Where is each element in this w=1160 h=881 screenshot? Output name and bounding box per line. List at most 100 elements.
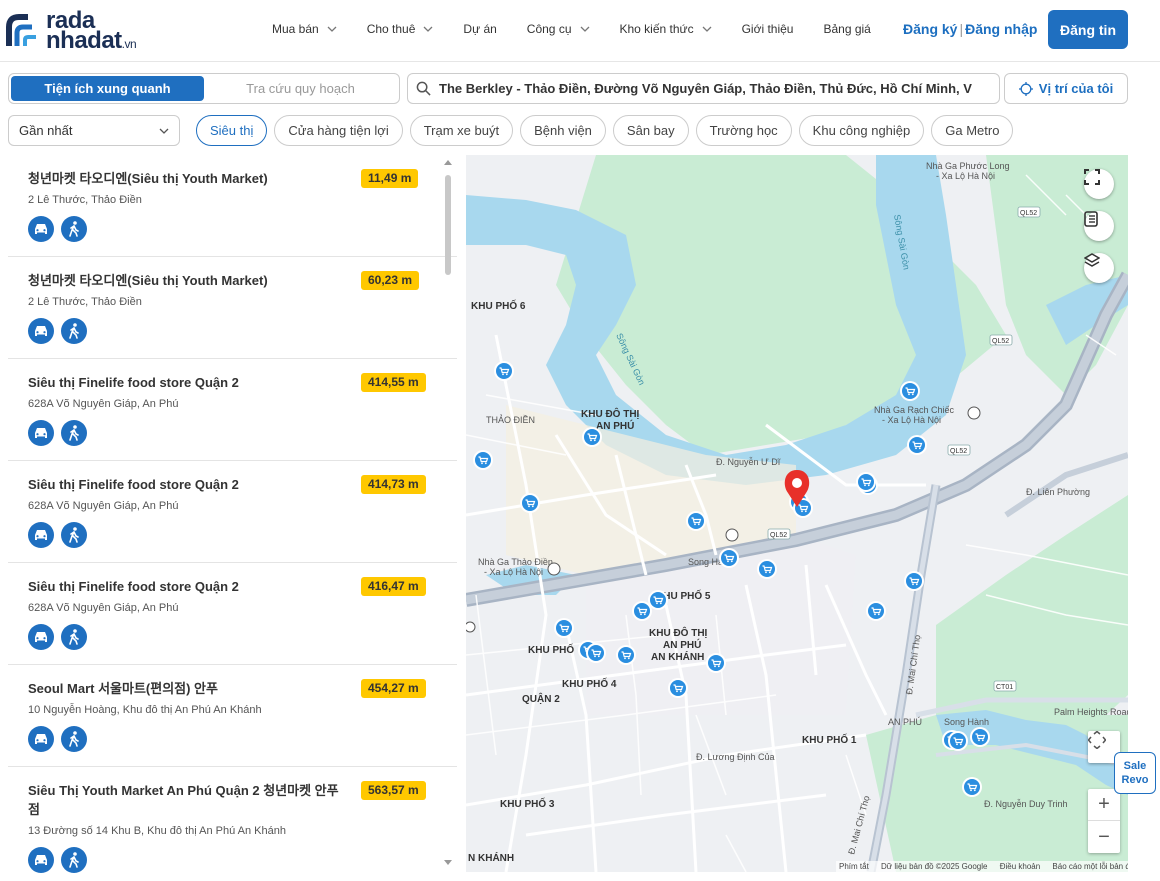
walking-icon[interactable] — [61, 624, 87, 650]
walking-icon[interactable] — [61, 216, 87, 242]
walking-icon[interactable] — [61, 847, 87, 873]
cart-marker-icon[interactable] — [668, 678, 688, 698]
my-location-button[interactable]: Vị trí của tôi — [1004, 73, 1128, 104]
cart-marker-icon[interactable] — [757, 559, 777, 579]
list-item[interactable]: Siêu thị Finelife food store Quận 2 628A … — [8, 563, 457, 665]
car-icon[interactable] — [28, 216, 54, 242]
cart-marker-icon[interactable] — [616, 645, 636, 665]
keyboard-shortcuts-link[interactable]: Phím tắt — [839, 862, 869, 871]
list-item[interactable]: Siêu thị Finelife food store Quận 2 628A … — [8, 461, 457, 563]
cart-marker-icon[interactable] — [554, 618, 574, 638]
cart-marker-icon[interactable] — [900, 381, 920, 401]
scroll-thumb[interactable] — [445, 175, 451, 275]
search-bar — [407, 73, 1000, 104]
cart-marker-icon[interactable] — [582, 427, 602, 447]
category-chip[interactable]: Khu công nghiệp — [798, 115, 925, 146]
map-canvas[interactable]: Nhà Ga Phước Long - Xa Lộ Hà Nội Sông Sà… — [466, 155, 1128, 872]
cart-marker-icon[interactable] — [907, 435, 927, 455]
car-icon[interactable] — [28, 318, 54, 344]
walking-icon[interactable] — [61, 726, 87, 752]
svg-text:KHU PHỐ: KHU PHỐ — [528, 642, 574, 656]
nav-projects[interactable]: Dự án — [463, 20, 496, 38]
car-icon[interactable] — [28, 522, 54, 548]
walking-icon[interactable] — [61, 318, 87, 344]
list-item[interactable]: Siêu Thị Youth Market An Phú Quận 2 청년마켓… — [8, 767, 457, 881]
cart-marker-icon[interactable] — [962, 777, 982, 797]
cart-marker-icon[interactable] — [970, 727, 990, 747]
category-chip[interactable]: Sân bay — [612, 115, 689, 146]
cart-marker-icon[interactable] — [856, 472, 876, 492]
category-chip[interactable]: Siêu thị — [196, 115, 268, 146]
cart-marker-icon[interactable] — [473, 450, 493, 470]
nav-knowledge[interactable]: Kho kiến thức — [620, 20, 712, 38]
cart-marker-icon[interactable] — [586, 643, 606, 663]
layers-icon[interactable] — [1084, 253, 1114, 283]
cart-marker-icon[interactable] — [948, 731, 968, 751]
cart-marker-icon[interactable] — [866, 601, 886, 621]
cart-marker-icon[interactable] — [632, 601, 652, 621]
cart-marker-icon[interactable] — [494, 361, 514, 381]
list-scrollbar[interactable] — [441, 155, 455, 881]
sort-select[interactable]: Gần nhất — [8, 115, 180, 146]
terms-link[interactable]: Điều khoản — [1000, 862, 1040, 871]
logo[interactable]: rada nhadat.vn — [6, 9, 156, 54]
category-chip[interactable]: Ga Metro — [931, 115, 1014, 146]
map-attribution: Phím tắt Dữ liệu bản đồ ©2025 Google Điề… — [836, 861, 1128, 872]
cart-marker-icon[interactable] — [520, 493, 540, 513]
car-icon[interactable] — [28, 624, 54, 650]
chevron-down-icon — [423, 26, 433, 32]
svg-text:- Xa Lộ Hà Nội: - Xa Lộ Hà Nội — [936, 171, 995, 181]
legend-icon[interactable] — [1084, 211, 1114, 241]
list-item[interactable]: Seoul Mart 서울마트(편의점) 안푸 10 Nguyễn Hoàng, … — [8, 665, 457, 767]
chevron-down-icon — [327, 26, 337, 32]
travel-modes — [28, 318, 437, 344]
list-item[interactable]: 청년마켓 타오디엔(Siêu thị Youth Market) 2 Lê Thư… — [8, 257, 457, 359]
post-listing-button[interactable]: Đăng tin — [1048, 10, 1128, 49]
nav-tools[interactable]: Công cụ — [527, 20, 590, 38]
register-link[interactable]: Đăng ký — [903, 21, 957, 37]
cart-marker-icon[interactable] — [686, 511, 706, 531]
cart-marker-icon[interactable] — [904, 571, 924, 591]
scroll-down-icon[interactable] — [441, 858, 455, 866]
car-icon[interactable] — [28, 420, 54, 446]
svg-text:AN KHÁNH: AN KHÁNH — [651, 650, 704, 663]
cart-marker-icon[interactable] — [719, 548, 739, 568]
place-address: 10 Nguyễn Hoàng, Khu đô thị An Phú An Kh… — [28, 704, 262, 716]
category-chip[interactable]: Trạm xe buýt — [409, 115, 514, 146]
car-icon[interactable] — [28, 847, 54, 873]
list-item[interactable]: 청년마켓 타오디엔(Siêu thị Youth Market) 2 Lê Thư… — [8, 155, 457, 257]
place-name: Siêu thị Finelife food store Quận 2 — [28, 375, 239, 390]
fullscreen-icon[interactable] — [1084, 169, 1114, 199]
svg-text:KHU ĐÔ THỊ: KHU ĐÔ THỊ — [581, 407, 640, 420]
sale-revo-badge[interactable]: Sale Revo — [1114, 752, 1156, 794]
walking-icon[interactable] — [61, 522, 87, 548]
tab-planning-lookup[interactable]: Tra cứu quy hoạch — [204, 76, 397, 101]
car-icon[interactable] — [28, 726, 54, 752]
nav-buy-sell[interactable]: Mua bán — [272, 20, 337, 38]
zoom-out-button[interactable]: − — [1088, 821, 1120, 853]
place-name: Siêu thị Finelife food store Quận 2 — [28, 579, 239, 594]
category-chip[interactable]: Trường học — [695, 115, 792, 146]
walking-icon[interactable] — [61, 420, 87, 446]
svg-text:Đ. Nguyễn Ư Dĩ: Đ. Nguyễn Ư Dĩ — [716, 457, 781, 467]
list-item[interactable]: Siêu thị Finelife food store Quận 2 628A … — [8, 359, 457, 461]
my-location-label: Vị trí của tôi — [1038, 81, 1114, 96]
distance-badge: 454,27 m — [361, 679, 426, 698]
travel-modes — [28, 216, 437, 242]
cart-marker-icon[interactable] — [706, 653, 726, 673]
nav-rent[interactable]: Cho thuê — [367, 20, 434, 38]
scroll-up-icon[interactable] — [441, 159, 455, 167]
place-name: Siêu Thị Youth Market An Phú Quận 2 청년마켓… — [28, 783, 339, 817]
nav-pricing[interactable]: Bảng giá — [823, 20, 870, 38]
map-view[interactable]: Nhà Ga Phước Long - Xa Lộ Hà Nội Sông Sà… — [466, 155, 1128, 872]
tab-nearby-amenities[interactable]: Tiện ích xung quanh — [11, 76, 204, 101]
auth-separator: | — [959, 21, 964, 37]
nav-about[interactable]: Giới thiệu — [742, 20, 794, 38]
zoom-in-button[interactable]: + — [1088, 789, 1120, 821]
login-link[interactable]: Đăng nhập — [965, 21, 1037, 37]
category-chip[interactable]: Cửa hàng tiện lợi — [274, 115, 403, 146]
svg-text:- Xa Lộ Hà Nội: - Xa Lộ Hà Nội — [882, 415, 941, 425]
search-input[interactable] — [439, 81, 995, 96]
report-error-link[interactable]: Báo cáo một lỗi bản đồ — [1052, 862, 1128, 871]
category-chip[interactable]: Bệnh viện — [520, 115, 606, 146]
